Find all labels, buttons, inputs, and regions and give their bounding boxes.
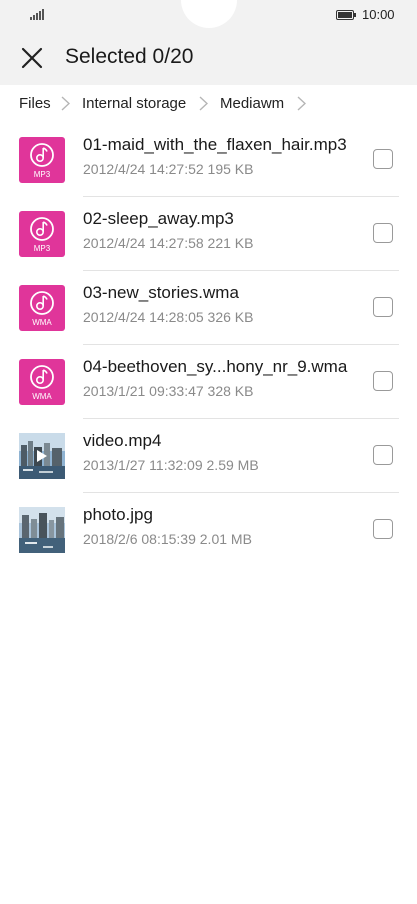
breadcrumb-internal-storage[interactable]: Internal storage <box>82 95 186 112</box>
file-name: 04-beethoven_sy...hony_nr_9.wma <box>83 357 348 376</box>
page-title: Selected 0/20 <box>65 45 194 68</box>
play-icon <box>37 450 47 462</box>
file-name: 03-new_stories.wma <box>83 283 239 302</box>
file-row[interactable]: photo.jpg 2018/2/6 08:15:39 2.01 MB <box>0 493 417 567</box>
file-type-label: WMA <box>32 318 52 327</box>
chevron-right-icon <box>61 96 70 111</box>
breadcrumb: Files Internal storage Mediawm <box>0 85 417 123</box>
file-row[interactable]: WMA 04-beethoven_sy...hony_nr_9.wma 2013… <box>0 345 417 419</box>
close-icon[interactable] <box>18 44 46 72</box>
file-row[interactable]: WMA 03-new_stories.wma 2012/4/24 14:28:0… <box>0 271 417 345</box>
file-meta: 2013/1/27 11:32:09 2.59 MB <box>83 457 259 473</box>
file-type-label: MP3 <box>33 170 51 179</box>
file-type-label: MP3 <box>33 244 51 253</box>
select-checkbox[interactable] <box>373 223 393 243</box>
file-name: 01-maid_with_the_flaxen_hair.mp3 <box>83 135 347 154</box>
header: Selected 0/20 <box>0 40 417 76</box>
file-row[interactable]: video.mp4 2013/1/27 11:32:09 2.59 MB <box>0 419 417 493</box>
music-file-icon: MP3 <box>19 211 65 257</box>
file-meta: 2012/4/24 14:28:05 326 KB <box>83 309 254 325</box>
camera-notch <box>181 0 237 28</box>
status-time: 10:00 <box>362 7 395 22</box>
file-meta: 2012/4/24 14:27:52 195 KB <box>83 161 254 177</box>
breadcrumb-files[interactable]: Files <box>19 95 51 112</box>
video-thumbnail <box>19 433 65 479</box>
battery-icon <box>336 10 356 20</box>
breadcrumb-mediawm[interactable]: Mediawm <box>220 95 284 112</box>
file-row[interactable]: MP3 01-maid_with_the_flaxen_hair.mp3 201… <box>0 123 417 197</box>
file-meta: 2012/4/24 14:27:58 221 KB <box>83 235 254 251</box>
chevron-right-icon <box>199 96 208 111</box>
select-checkbox[interactable] <box>373 371 393 391</box>
select-checkbox[interactable] <box>373 297 393 317</box>
file-type-label: WMA <box>32 392 52 401</box>
photo-thumbnail <box>19 507 65 553</box>
file-name: photo.jpg <box>83 505 153 524</box>
music-file-icon: WMA <box>19 359 65 405</box>
music-file-icon: MP3 <box>19 137 65 183</box>
file-meta: 2013/1/21 09:33:47 328 KB <box>83 383 254 399</box>
file-meta: 2018/2/6 08:15:39 2.01 MB <box>83 531 252 547</box>
file-name: 02-sleep_away.mp3 <box>83 209 234 228</box>
file-row[interactable]: MP3 02-sleep_away.mp3 2012/4/24 14:27:58… <box>0 197 417 271</box>
music-file-icon: WMA <box>19 285 65 331</box>
top-area: 10:00 Selected 0/20 <box>0 0 417 85</box>
file-name: video.mp4 <box>83 431 162 450</box>
chevron-right-icon <box>297 96 306 111</box>
select-checkbox[interactable] <box>373 149 393 169</box>
select-checkbox[interactable] <box>373 445 393 465</box>
status-bar: 10:00 <box>0 0 417 30</box>
file-list: MP3 01-maid_with_the_flaxen_hair.mp3 201… <box>0 123 417 567</box>
select-checkbox[interactable] <box>373 519 393 539</box>
signal-icon <box>30 9 44 20</box>
